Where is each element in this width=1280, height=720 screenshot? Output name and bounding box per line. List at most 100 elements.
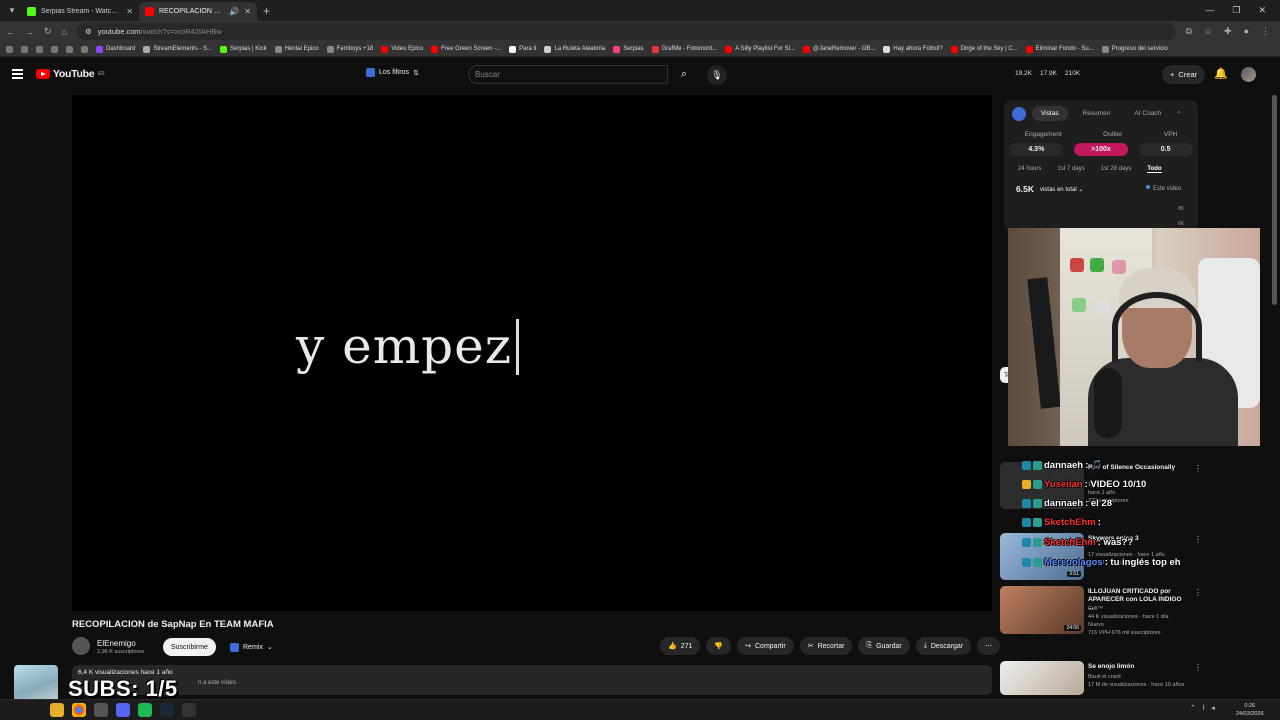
menu-hamburger-icon[interactable] <box>12 69 23 79</box>
notifications-bell-icon[interactable]: 🔔 <box>1214 67 1228 80</box>
channel-avatar[interactable] <box>72 637 90 655</box>
bookmark-item[interactable]: Hay ahora Fútbol? <box>883 45 943 53</box>
bookmark-icon[interactable] <box>51 45 58 53</box>
collapse-icon[interactable]: ⌃ <box>1176 110 1181 118</box>
bookmark-item[interactable]: Femboys +18 <box>326 45 373 53</box>
search-input[interactable]: Buscar <box>468 65 668 84</box>
bookmark-item[interactable]: GrafMe - Fotomont... <box>651 45 717 53</box>
filters-button[interactable]: Los filtros ⇅ <box>366 68 419 77</box>
browser-tab-kick[interactable]: Serpias Stream - Watch Live on ✕ <box>21 2 139 21</box>
page-scrollbar[interactable] <box>1272 95 1277 305</box>
network-icon[interactable]: ⌇ <box>1202 704 1205 712</box>
bookmark-favicon-icon <box>544 45 552 53</box>
bookmark-item[interactable]: La Ruleta Aleatoria <box>544 45 605 53</box>
bookmark-item[interactable]: Dirge of the Sky | C... <box>950 45 1018 53</box>
dislike-button[interactable]: 👎 <box>706 637 732 655</box>
more-dots-icon[interactable]: ⋮ <box>1194 588 1202 597</box>
bookmark-icon[interactable] <box>81 45 88 53</box>
bookmark-favicon-icon <box>326 45 334 53</box>
tab-resumen[interactable]: Resumen <box>1074 106 1120 121</box>
url-bar[interactable]: ⚙ youtube.com/watch?v=xroR42IAHBw <box>76 23 1176 40</box>
bookmark-icon[interactable] <box>21 45 28 53</box>
remix-button[interactable]: Remix ⌄ <box>224 638 279 656</box>
maximize-icon[interactable]: ❐ <box>1232 5 1240 16</box>
tray-chevron-icon[interactable]: ⌃ <box>1190 704 1196 712</box>
download-button[interactable]: ⤓ Descargar <box>915 637 972 655</box>
clip-button[interactable]: ✂ Recortar <box>799 637 853 655</box>
range-option[interactable]: Todo <box>1147 166 1162 173</box>
bookmark-item[interactable]: A Silly Playlist For Si... <box>725 45 795 53</box>
reload-icon[interactable]: ↻ <box>44 26 52 37</box>
search-icon[interactable]: ⌕ <box>668 65 700 84</box>
bookmark-icon[interactable] <box>66 45 73 53</box>
bookmark-star-icon[interactable]: ☆ <box>1204 26 1212 37</box>
speaker-icon[interactable]: 🔊 <box>229 7 239 16</box>
bookmark-item[interactable]: Hentai Epico <box>274 45 319 53</box>
chrome-icon[interactable] <box>72 703 86 717</box>
spotify-icon[interactable] <box>138 703 152 717</box>
range-option[interactable]: 24 hours <box>1018 166 1041 173</box>
avatar[interactable] <box>1241 67 1256 82</box>
close-tab-icon[interactable]: ✕ <box>126 7 133 16</box>
close-window-icon[interactable]: ✕ <box>1258 5 1266 16</box>
home-icon[interactable]: ⌂ <box>62 27 67 37</box>
video-thumbnail[interactable]: 24:06 <box>1000 586 1084 634</box>
subscribe-button[interactable]: Suscribirme <box>163 638 216 656</box>
bookmark-item[interactable]: Eliminar Fondo - Su... <box>1025 45 1094 53</box>
install-icon[interactable]: ⧉ <box>1186 26 1192 37</box>
video-player[interactable]: y empez <box>72 95 992 611</box>
volume-icon[interactable]: ◂ <box>1211 704 1215 712</box>
save-button[interactable]: ⎘ Guardar <box>858 637 910 655</box>
system-clock[interactable]: 0:26 24/03/2026 <box>1236 702 1264 718</box>
tab-ai-coach[interactable]: AI Coach <box>1125 106 1170 121</box>
more-dots-icon[interactable]: ⋮ <box>1194 535 1202 544</box>
apps-icon[interactable] <box>6 45 13 53</box>
range-option[interactable]: 1st 7 days <box>1057 166 1084 173</box>
site-info-icon[interactable]: ⚙ <box>85 27 92 36</box>
bookmark-item[interactable]: Free Green Screen -... <box>431 45 501 53</box>
bookmark-item[interactable]: Para ti <box>509 45 536 53</box>
rec-title[interactable]: Se enojo limón <box>1088 663 1188 671</box>
minimize-icon[interactable]: — <box>1205 5 1214 16</box>
extensions-icon[interactable]: ✚ <box>1224 26 1232 37</box>
channel-name[interactable]: ElEnemigo <box>97 639 136 648</box>
more-dots-icon[interactable]: ⋮ <box>1194 464 1202 473</box>
youtube-logo[interactable]: YouTube ES <box>36 68 105 80</box>
obs-icon[interactable] <box>182 703 196 717</box>
back-icon[interactable]: ← <box>6 27 15 37</box>
chat-badge-icon <box>1022 558 1031 567</box>
profile-icon[interactable]: ● <box>1244 26 1249 37</box>
bookmark-item[interactable]: StreamElements - S... <box>143 45 212 53</box>
bookmark-icon[interactable] <box>36 45 43 53</box>
rec-title[interactable]: Rod of Silence Occasionally <box>1088 464 1188 472</box>
bookmark-item[interactable]: Serpias <box>613 45 644 53</box>
tab-search-icon[interactable]: ▾ <box>3 2 21 20</box>
close-tab-icon[interactable]: ✕ <box>244 7 251 16</box>
menu-icon[interactable]: ⋮ <box>1261 26 1270 37</box>
url-path: /watch?v=xroR42IAHBw <box>140 27 222 36</box>
more-dots-icon[interactable]: ⋮ <box>1194 663 1202 672</box>
create-button[interactable]: + Crear <box>1162 65 1206 84</box>
video-thumbnail[interactable] <box>1000 661 1084 695</box>
discord-icon[interactable] <box>116 703 130 717</box>
forward-icon[interactable]: → <box>25 27 34 37</box>
more-actions-button[interactable]: ⋯ <box>977 637 1001 655</box>
steam-icon[interactable] <box>160 703 174 717</box>
range-option[interactable]: 1st 28 days <box>1101 166 1132 173</box>
views-dropdown[interactable]: vistas en total ⌄ <box>1040 186 1083 193</box>
bookmark-favicon-icon <box>613 45 621 53</box>
bookmark-item[interactable]: @JaneRemover - OB... <box>802 45 875 53</box>
browser-tab-youtube[interactable]: RECOPILACION de SapNap 🔊 ✕ <box>139 2 257 21</box>
microphone-icon[interactable]: 🎙 <box>707 65 727 85</box>
tab-vistas[interactable]: Vistas <box>1032 106 1068 121</box>
bookmark-label: Serpias <box>623 46 644 52</box>
bookmark-item[interactable]: Dashboard <box>96 45 135 53</box>
bookmark-item[interactable]: Serpias | Kick <box>220 45 267 53</box>
bookmark-item[interactable]: Video Epico <box>381 45 423 53</box>
like-button[interactable]: 👍 271 <box>660 637 701 655</box>
share-button[interactable]: ↪ Compartir <box>737 637 794 655</box>
new-tab-icon[interactable]: + <box>263 4 270 18</box>
bookmark-item[interactable]: Progreso del servicio <box>1101 45 1168 53</box>
app-icon[interactable] <box>94 703 108 717</box>
file-explorer-icon[interactable] <box>50 703 64 717</box>
